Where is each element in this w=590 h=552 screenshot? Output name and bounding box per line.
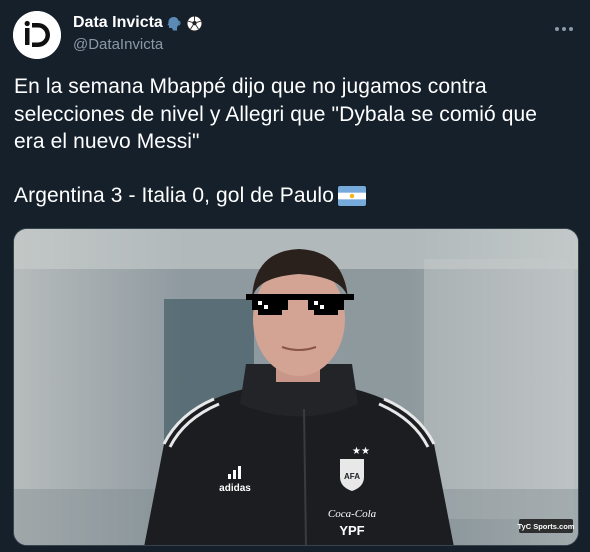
svg-text:★★: ★★ [352, 446, 370, 457]
score-text: Argentina 3 - Italia 0, gol de Paulo [14, 183, 334, 207]
author-display-name[interactable]: Data Invicta [73, 13, 163, 33]
tweet-text-line: era el nuevo Messi" [14, 130, 200, 153]
adidas-text: adidas [219, 483, 251, 494]
data-invicta-logo-icon[interactable] [13, 11, 61, 59]
speaking-head-icon [166, 15, 183, 32]
author-handle[interactable]: @DataInvicta [73, 35, 203, 55]
sponsor-ypf-text: YPF [339, 523, 364, 538]
more-options-icon[interactable] [549, 14, 579, 44]
afa-crest-text: AFA [344, 472, 360, 481]
tyc-watermark: TyC Sports.com [518, 522, 575, 531]
author-info: Data Invicta @DataInvicta [73, 13, 203, 55]
tweet-score-line: Argentina 3 - Italia 0, gol de Paulo [14, 182, 580, 210]
tweet-text-line: selecciones de nivel y Allegri que "Dyba… [14, 102, 538, 126]
tweet-text: En la semana Mbappé dijo que no jugamos … [14, 73, 580, 209]
tweet-text-line: En la semana Mbappé dijo que no jugamos … [14, 75, 487, 98]
sponsor-cocacola-text: Coca-Cola [328, 508, 377, 520]
author-name-row[interactable]: Data Invicta [73, 13, 203, 33]
soccer-ball-icon [186, 15, 203, 32]
coach-photo-with-pixel-sunglasses: adidas ★★ AFA Coca-Cola YPF TyC Sports.c… [14, 229, 578, 545]
argentina-flag-icon [337, 185, 366, 206]
tweet-header: Data Invicta @DataInvicta [13, 10, 579, 62]
tweet-media-photo[interactable]: adidas ★★ AFA Coca-Cola YPF TyC Sports.c… [13, 228, 579, 546]
